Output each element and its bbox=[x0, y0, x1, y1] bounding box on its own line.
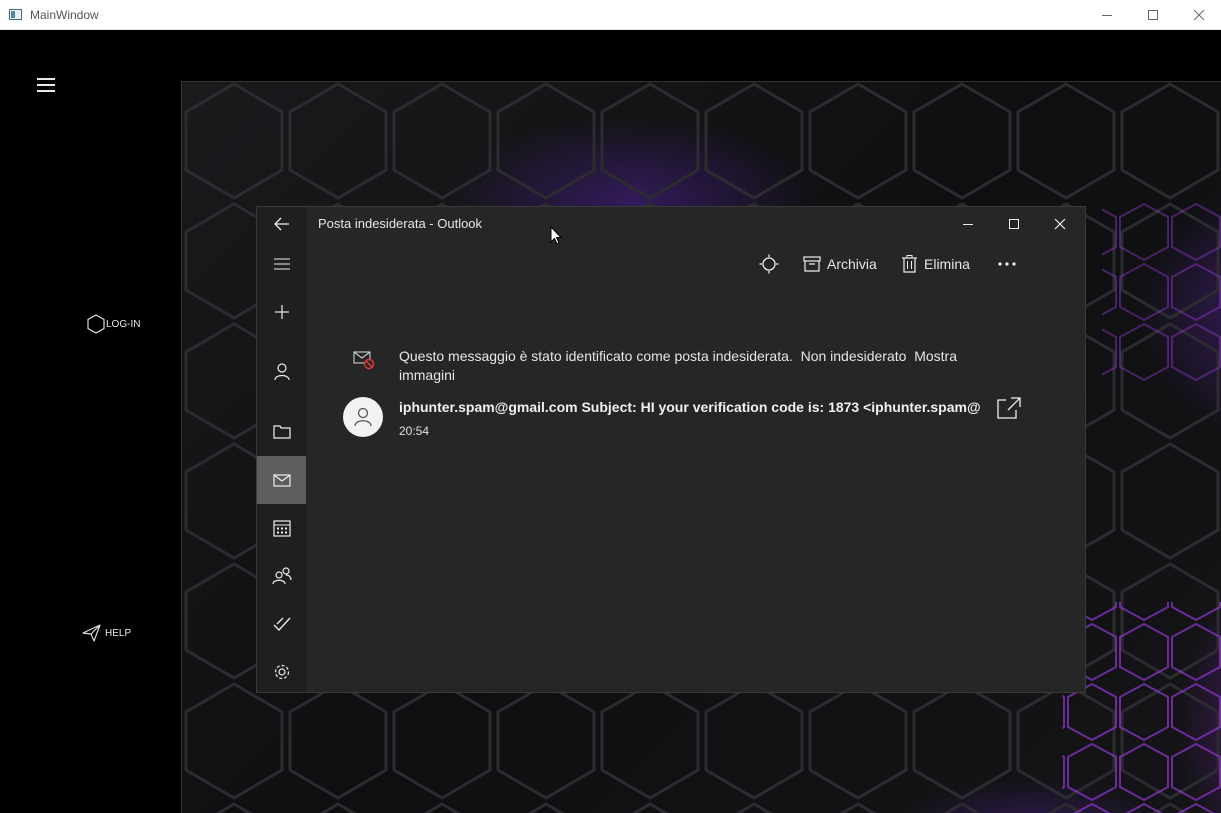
archive-icon bbox=[803, 256, 821, 272]
sun-icon bbox=[759, 254, 779, 274]
hamburger-menu-icon[interactable] bbox=[37, 78, 57, 94]
archive-button[interactable]: Archivia bbox=[803, 250, 877, 278]
outlook-minimize-button[interactable] bbox=[945, 207, 991, 240]
calendar-icon[interactable] bbox=[257, 504, 306, 552]
outlook-maximize-button[interactable] bbox=[991, 207, 1037, 240]
navigation-rail bbox=[257, 207, 306, 692]
junk-banner: Questo messaggio è stato identificato co… bbox=[399, 347, 999, 385]
new-mail-icon[interactable] bbox=[257, 288, 306, 336]
mail-icon[interactable] bbox=[257, 456, 306, 504]
delete-label: Elimina bbox=[924, 256, 970, 272]
outlook-close-button[interactable] bbox=[1037, 207, 1083, 240]
person-icon bbox=[354, 407, 372, 427]
folder-icon[interactable] bbox=[257, 407, 306, 455]
junk-mail-icon bbox=[353, 350, 375, 375]
hexagon-icon bbox=[87, 314, 105, 334]
menu-icon[interactable] bbox=[257, 240, 306, 288]
not-junk-link[interactable]: Non indesiderato bbox=[801, 348, 907, 364]
todo-icon[interactable] bbox=[257, 600, 306, 648]
help-label: HELP bbox=[105, 627, 132, 639]
login-label: LOG-IN bbox=[106, 318, 141, 330]
popout-icon[interactable] bbox=[997, 397, 1021, 424]
maximize-button[interactable] bbox=[1130, 0, 1176, 30]
host-titlebar: MainWindow bbox=[0, 0, 1221, 30]
sender-avatar[interactable] bbox=[343, 397, 383, 437]
outlook-window: Posta indesiderata - Outlook Archivia El… bbox=[257, 207, 1085, 692]
people-icon[interactable] bbox=[257, 552, 306, 600]
mouse-cursor-icon bbox=[550, 225, 563, 250]
login-button[interactable]: LOG-IN bbox=[86, 314, 140, 334]
help-button[interactable]: HELP bbox=[82, 624, 131, 642]
email-time: 20:54 bbox=[399, 424, 430, 438]
settings-icon[interactable] bbox=[257, 648, 306, 696]
account-icon[interactable] bbox=[257, 348, 306, 396]
junk-banner-message: Questo messaggio è stato identificato co… bbox=[399, 348, 793, 364]
back-icon[interactable] bbox=[257, 207, 306, 240]
more-icon bbox=[998, 262, 1016, 266]
more-options-button[interactable] bbox=[997, 250, 1017, 278]
close-button[interactable] bbox=[1176, 0, 1221, 30]
archive-label: Archivia bbox=[827, 256, 877, 272]
send-icon bbox=[82, 624, 101, 642]
delete-button[interactable]: Elimina bbox=[902, 250, 970, 278]
host-window-title: MainWindow bbox=[30, 8, 99, 22]
trash-icon bbox=[902, 255, 917, 273]
minimize-button[interactable] bbox=[1084, 0, 1130, 30]
outlook-window-title: Posta indesiderata - Outlook bbox=[318, 216, 483, 231]
app-icon bbox=[9, 9, 22, 20]
email-header: iphunter.spam@gmail.com Subject: HI your… bbox=[399, 399, 981, 415]
theme-toggle-button[interactable] bbox=[759, 250, 779, 278]
